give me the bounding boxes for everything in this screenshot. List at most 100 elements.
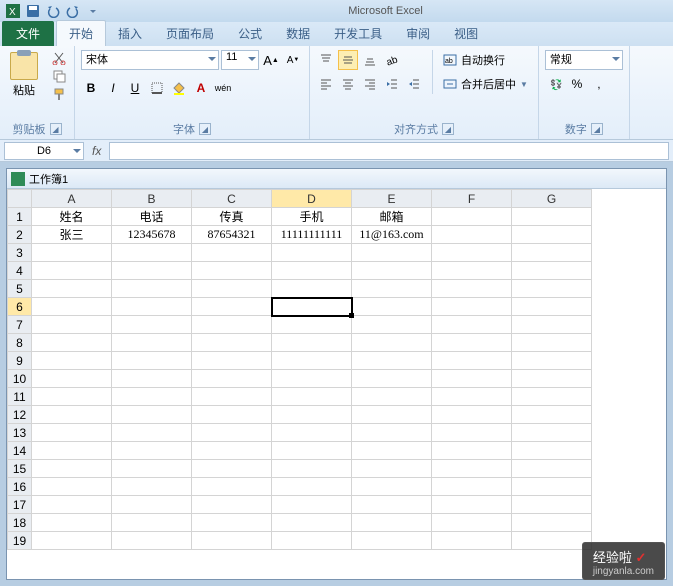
cell-B11[interactable]	[112, 388, 192, 406]
cell-F1[interactable]	[432, 208, 512, 226]
cell-B15[interactable]	[112, 460, 192, 478]
cell-E15[interactable]	[352, 460, 432, 478]
font-dialog-launcher[interactable]: ◢	[199, 123, 211, 135]
row-header-3[interactable]: 3	[8, 244, 32, 262]
cell-G9[interactable]	[512, 352, 592, 370]
decrease-font-button[interactable]: A▼	[283, 50, 303, 70]
cell-E1[interactable]: 邮箱	[352, 208, 432, 226]
cell-B8[interactable]	[112, 334, 192, 352]
col-header-G[interactable]: G	[512, 190, 592, 208]
cell-A4[interactable]	[32, 262, 112, 280]
col-header-C[interactable]: C	[192, 190, 272, 208]
cell-G1[interactable]	[512, 208, 592, 226]
tab-review[interactable]: 审阅	[394, 21, 442, 46]
cell-A5[interactable]	[32, 280, 112, 298]
increase-font-button[interactable]: A▲	[261, 50, 281, 70]
cell-E9[interactable]	[352, 352, 432, 370]
undo-icon[interactable]	[44, 2, 62, 20]
currency-button[interactable]: 💱	[545, 74, 565, 94]
row-header-5[interactable]: 5	[8, 280, 32, 298]
cell-D12[interactable]	[272, 406, 352, 424]
cell-D10[interactable]	[272, 370, 352, 388]
cell-G11[interactable]	[512, 388, 592, 406]
cut-button[interactable]	[50, 50, 68, 66]
font-size-select[interactable]: 11	[221, 50, 259, 70]
cell-A10[interactable]	[32, 370, 112, 388]
cell-D15[interactable]	[272, 460, 352, 478]
cell-G13[interactable]	[512, 424, 592, 442]
cell-A12[interactable]	[32, 406, 112, 424]
cell-C11[interactable]	[192, 388, 272, 406]
cell-D17[interactable]	[272, 496, 352, 514]
cell-D1[interactable]: 手机	[272, 208, 352, 226]
cell-C2[interactable]: 87654321	[192, 226, 272, 244]
row-header-4[interactable]: 4	[8, 262, 32, 280]
cell-A15[interactable]	[32, 460, 112, 478]
underline-button[interactable]: U	[125, 78, 145, 98]
cell-B12[interactable]	[112, 406, 192, 424]
format-painter-button[interactable]	[50, 86, 68, 102]
merge-center-button[interactable]: 合并后居中 ▼	[439, 74, 532, 94]
row-header-13[interactable]: 13	[8, 424, 32, 442]
cell-G3[interactable]	[512, 244, 592, 262]
cell-E2[interactable]: 11@163.com	[352, 226, 432, 244]
cell-G19[interactable]	[512, 532, 592, 550]
cell-A6[interactable]	[32, 298, 112, 316]
cell-C12[interactable]	[192, 406, 272, 424]
col-header-A[interactable]: A	[32, 190, 112, 208]
increase-indent-button[interactable]	[404, 74, 424, 94]
clipboard-dialog-launcher[interactable]: ◢	[50, 123, 62, 135]
tab-view[interactable]: 视图	[442, 21, 490, 46]
number-dialog-launcher[interactable]: ◢	[591, 123, 603, 135]
cell-D14[interactable]	[272, 442, 352, 460]
cell-E8[interactable]	[352, 334, 432, 352]
cell-C10[interactable]	[192, 370, 272, 388]
cell-B2[interactable]: 12345678	[112, 226, 192, 244]
cell-D5[interactable]	[272, 280, 352, 298]
cell-E17[interactable]	[352, 496, 432, 514]
cell-C3[interactable]	[192, 244, 272, 262]
cell-B5[interactable]	[112, 280, 192, 298]
align-bottom-button[interactable]	[360, 50, 380, 70]
row-header-11[interactable]: 11	[8, 388, 32, 406]
spreadsheet-grid[interactable]: ABCDEFG1姓名电话传真手机邮箱2张三1234567887654321111…	[7, 189, 666, 579]
tab-page-layout[interactable]: 页面布局	[154, 21, 226, 46]
cell-D16[interactable]	[272, 478, 352, 496]
tab-insert[interactable]: 插入	[106, 21, 154, 46]
align-right-button[interactable]	[360, 74, 380, 94]
cell-C5[interactable]	[192, 280, 272, 298]
cell-F8[interactable]	[432, 334, 512, 352]
col-header-F[interactable]: F	[432, 190, 512, 208]
cell-D3[interactable]	[272, 244, 352, 262]
select-all-corner[interactable]	[8, 190, 32, 208]
cell-B18[interactable]	[112, 514, 192, 532]
cell-G8[interactable]	[512, 334, 592, 352]
cell-G16[interactable]	[512, 478, 592, 496]
cell-A14[interactable]	[32, 442, 112, 460]
cell-B13[interactable]	[112, 424, 192, 442]
cell-F19[interactable]	[432, 532, 512, 550]
orientation-button[interactable]: ab	[382, 50, 402, 70]
cell-F2[interactable]	[432, 226, 512, 244]
cell-B1[interactable]: 电话	[112, 208, 192, 226]
cell-C16[interactable]	[192, 478, 272, 496]
qat-dropdown-icon[interactable]	[84, 2, 102, 20]
cell-D19[interactable]	[272, 532, 352, 550]
cell-E3[interactable]	[352, 244, 432, 262]
cell-G10[interactable]	[512, 370, 592, 388]
save-icon[interactable]	[24, 2, 42, 20]
cell-E7[interactable]	[352, 316, 432, 334]
cell-E13[interactable]	[352, 424, 432, 442]
cell-A16[interactable]	[32, 478, 112, 496]
cell-A11[interactable]	[32, 388, 112, 406]
tab-data[interactable]: 数据	[274, 21, 322, 46]
cell-B14[interactable]	[112, 442, 192, 460]
cell-F18[interactable]	[432, 514, 512, 532]
row-header-7[interactable]: 7	[8, 316, 32, 334]
tab-formulas[interactable]: 公式	[226, 21, 274, 46]
redo-icon[interactable]	[64, 2, 82, 20]
cell-G6[interactable]	[512, 298, 592, 316]
cell-A8[interactable]	[32, 334, 112, 352]
cell-F7[interactable]	[432, 316, 512, 334]
tab-developer[interactable]: 开发工具	[322, 21, 394, 46]
